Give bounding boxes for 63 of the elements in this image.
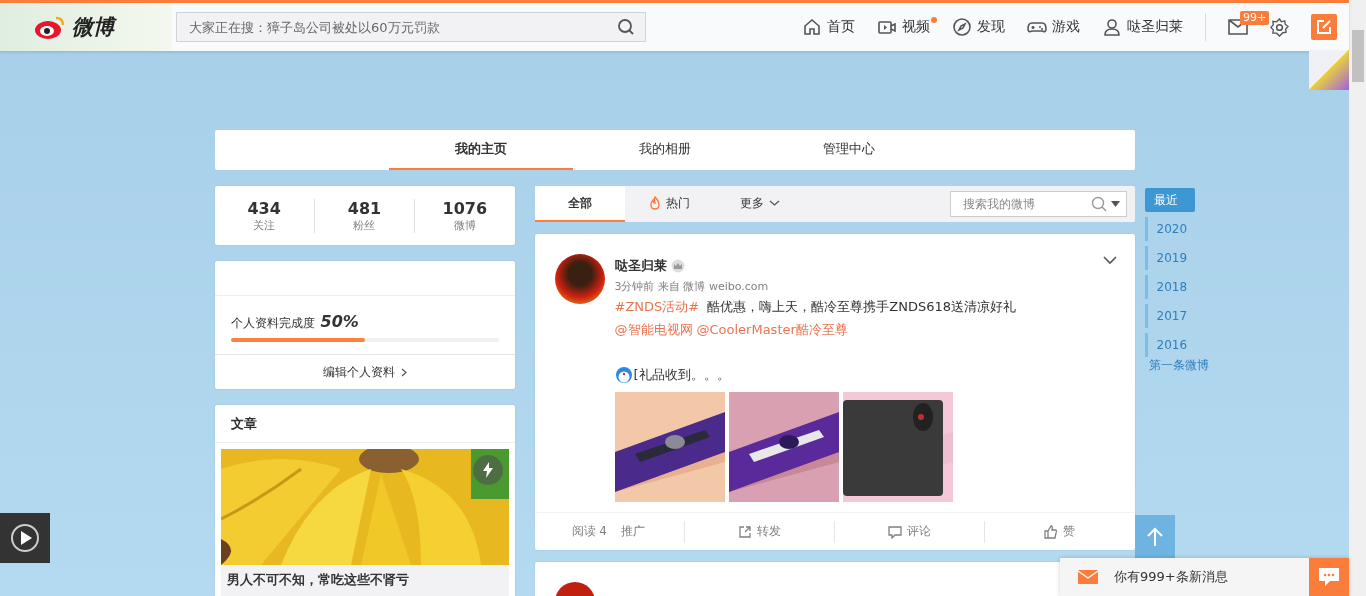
envelope-icon [1078,570,1098,584]
compose-button[interactable] [1311,14,1337,40]
feed-tab[interactable]: 热门 [624,186,715,222]
forward-button[interactable]: 转发 [684,520,835,543]
lightning-icon [472,455,503,485]
nav-link[interactable]: 游戏 [1027,17,1080,37]
notification-text[interactable]: 你有999+条新消息 [1114,568,1228,586]
nav-link[interactable]: 首页 [802,17,855,37]
share-icon [737,524,752,539]
play-button[interactable] [0,513,50,563]
feed-tab[interactable]: 更多 [714,186,805,222]
post-meta: 3分钟前 来自 微博 weibo.com [614,279,770,294]
dropdown-caret-icon[interactable] [1110,201,1120,207]
read-count: 阅读 4 [571,523,607,540]
page-corner-fold[interactable] [1309,50,1349,90]
settings-button[interactable] [1270,17,1289,37]
scrollbar[interactable] [1349,0,1366,596]
emoji-icon [614,366,633,384]
chat-icon [1318,567,1340,587]
comment-icon [888,524,902,539]
profile-tab[interactable]: 我的主页 [388,130,573,170]
feed-tab[interactable]: 全部 [534,186,625,222]
article-title[interactable]: 男人不可不知，常吃这些不肾亏 [220,565,509,596]
crown-icon [670,259,685,273]
completion-value: 50% [320,312,359,331]
section-title: 文章 [214,405,515,443]
post-text: [礼品收到。。。 [633,366,730,384]
comment-button[interactable]: 评论 [834,520,986,543]
search-icon[interactable] [617,18,635,36]
settings-icon [1270,17,1289,37]
author-name[interactable]: 哒圣归莱 [614,257,667,275]
avatar[interactable] [554,254,605,304]
arrow-up-icon [1146,526,1164,547]
completion-label: 个人资料完成度 [230,315,315,332]
nav-link[interactable]: 发现 [952,17,1005,37]
home-icon [802,17,822,37]
profile-tab[interactable]: 管理中心 [756,130,941,170]
chevron-right-icon [400,367,407,377]
chevron-down-icon [768,199,780,207]
feed-search-box[interactable]: 搜索我的微博 [949,191,1127,217]
nav-link[interactable]: 视频 [877,17,930,37]
flame-icon [649,196,661,210]
chat-button[interactable] [1309,558,1349,596]
stat-link[interactable]: 481 粉丝 [313,198,415,233]
back-to-top-button[interactable] [1135,515,1175,558]
profile-tab[interactable]: 我的相册 [572,130,757,170]
compass-icon [952,17,972,37]
promote-link[interactable]: 推广 [620,523,645,540]
post-text: 酷优惠，嗨上天，酷冷至尊携手ZNDS618送清凉好礼 [706,299,1017,314]
stat-link[interactable]: 434 关注 [214,198,314,233]
count-badge: 99+ [1240,11,1270,25]
chevron-down-icon[interactable] [1102,256,1117,265]
like-button[interactable]: 赞 [985,520,1135,543]
edit-icon [1316,19,1332,35]
logo-icon [34,14,66,40]
play-icon [10,523,40,553]
thumbs-up-icon [1044,524,1059,539]
search-field[interactable]: 大家正在搜：獐子岛公司被处以60万元罚款 [187,18,617,36]
nav-link[interactable]: 哒圣归莱 [1102,17,1183,37]
search-box[interactable]: 大家正在搜：獐子岛公司被处以60万元罚款 [176,12,646,42]
stat-link[interactable]: 1076 微博 [414,198,515,233]
user-icon [1102,17,1122,37]
edit-profile-link[interactable]: 编辑个人资料 [214,355,515,389]
